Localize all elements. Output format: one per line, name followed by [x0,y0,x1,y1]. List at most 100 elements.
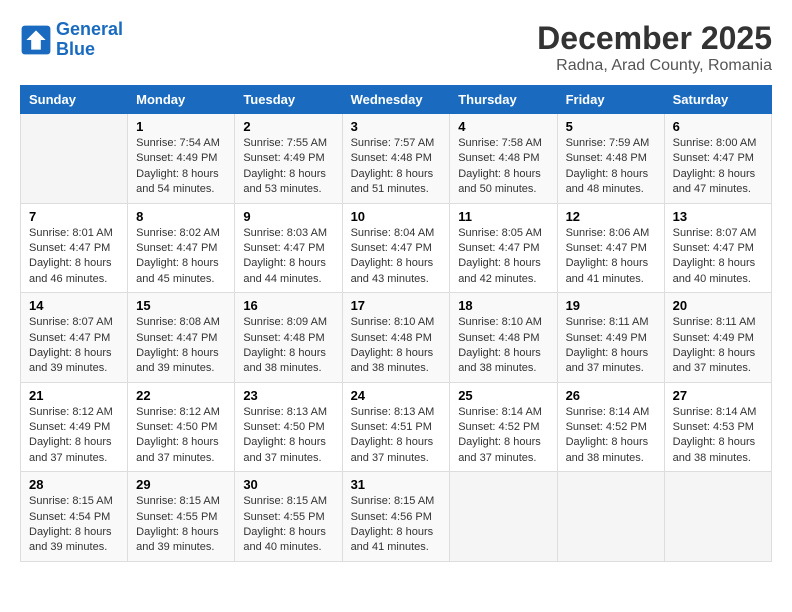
calendar-title: December 2025 [537,20,772,57]
calendar-cell: 29 Sunrise: 8:15 AMSunset: 4:55 PMDayligh… [128,472,235,562]
header-day: Thursday [450,86,557,114]
logo-text: General Blue [56,20,123,60]
calendar-cell: 19 Sunrise: 8:11 AMSunset: 4:49 PMDayligh… [557,293,664,383]
calendar-cell: 20Sunrise: 8:11 AMSunset: 4:49 PMDayligh… [664,293,771,383]
calendar-cell: 17 Sunrise: 8:10 AMSunset: 4:48 PMDayligh… [342,293,450,383]
day-number: 26 [566,388,656,403]
day-info: Sunrise: 8:14 AMSunset: 4:52 PMDaylight:… [458,405,548,467]
day-number: 15 [136,298,226,313]
day-number: 9 [243,209,333,224]
header-day: Tuesday [235,86,342,114]
calendar-cell [557,472,664,562]
day-number: 12 [566,209,656,224]
day-number: 1 [136,119,226,134]
day-number: 8 [136,209,226,224]
day-number: 25 [458,388,548,403]
day-number: 13 [673,209,763,224]
day-info: Sunrise: 8:07 AMSunset: 4:47 PMDaylight:… [29,315,119,377]
day-number: 6 [673,119,763,134]
calendar-cell: 13Sunrise: 8:07 AMSunset: 4:47 PMDayligh… [664,203,771,293]
calendar-cell: 6 Sunrise: 8:00 AMSunset: 4:47 PMDaylight… [664,114,771,204]
calendar-cell: 12 Sunrise: 8:06 AMSunset: 4:47 PMDayligh… [557,203,664,293]
calendar-week-row: 7 Sunrise: 8:01 AMSunset: 4:47 PMDaylight… [21,203,772,293]
day-info: Sunrise: 8:10 AMSunset: 4:48 PMDaylight:… [351,315,442,377]
day-number: 17 [351,298,442,313]
calendar-header: SundayMondayTuesdayWednesdayThursdayFrid… [21,86,772,114]
day-info: Sunrise: 8:05 AMSunset: 4:47 PMDaylight:… [458,226,548,288]
calendar-cell: 3Sunrise: 7:57 AMSunset: 4:48 PMDaylight… [342,114,450,204]
calendar-cell [664,472,771,562]
calendar-week-row: 14Sunrise: 8:07 AMSunset: 4:47 PMDayligh… [21,293,772,383]
calendar-cell: 25 Sunrise: 8:14 AMSunset: 4:52 PMDayligh… [450,382,557,472]
header-day: Saturday [664,86,771,114]
calendar-cell [21,114,128,204]
calendar-cell: 27Sunrise: 8:14 AMSunset: 4:53 PMDayligh… [664,382,771,472]
day-info: Sunrise: 8:01 AMSunset: 4:47 PMDaylight:… [29,226,119,288]
day-number: 7 [29,209,119,224]
calendar-week-row: 1 Sunrise: 7:54 AMSunset: 4:49 PMDaylight… [21,114,772,204]
calendar-cell: 7 Sunrise: 8:01 AMSunset: 4:47 PMDaylight… [21,203,128,293]
day-info: Sunrise: 8:13 AMSunset: 4:51 PMDaylight:… [351,405,442,467]
calendar-cell: 14Sunrise: 8:07 AMSunset: 4:47 PMDayligh… [21,293,128,383]
calendar-cell: 15 Sunrise: 8:08 AMSunset: 4:47 PMDayligh… [128,293,235,383]
calendar-cell: 10Sunrise: 8:04 AMSunset: 4:47 PMDayligh… [342,203,450,293]
page-header: General Blue December 2025 Radna, Arad C… [20,20,772,75]
day-info: Sunrise: 8:03 AMSunset: 4:47 PMDaylight:… [243,226,333,288]
day-number: 31 [351,477,442,492]
header-row: SundayMondayTuesdayWednesdayThursdayFrid… [21,86,772,114]
day-number: 27 [673,388,763,403]
calendar-cell [450,472,557,562]
calendar-cell: 4 Sunrise: 7:58 AMSunset: 4:48 PMDaylight… [450,114,557,204]
calendar-cell: 9 Sunrise: 8:03 AMSunset: 4:47 PMDaylight… [235,203,342,293]
day-number: 10 [351,209,442,224]
day-info: Sunrise: 8:15 AMSunset: 4:56 PMDaylight:… [351,494,442,556]
header-day: Sunday [21,86,128,114]
header-day: Friday [557,86,664,114]
day-number: 24 [351,388,442,403]
day-number: 21 [29,388,119,403]
calendar-week-row: 21 Sunrise: 8:12 AMSunset: 4:49 PMDayligh… [21,382,772,472]
day-number: 20 [673,298,763,313]
day-info: Sunrise: 8:12 AMSunset: 4:49 PMDaylight:… [29,405,119,467]
day-info: Sunrise: 8:08 AMSunset: 4:47 PMDaylight:… [136,315,226,377]
header-day: Wednesday [342,86,450,114]
day-info: Sunrise: 8:15 AMSunset: 4:55 PMDaylight:… [136,494,226,556]
day-number: 28 [29,477,119,492]
calendar-cell: 31 Sunrise: 8:15 AMSunset: 4:56 PMDayligh… [342,472,450,562]
day-info: Sunrise: 8:02 AMSunset: 4:47 PMDaylight:… [136,226,226,288]
day-number: 3 [351,119,442,134]
day-number: 11 [458,209,548,224]
day-info: Sunrise: 7:55 AMSunset: 4:49 PMDaylight:… [243,136,333,198]
calendar-cell: 23Sunrise: 8:13 AMSunset: 4:50 PMDayligh… [235,382,342,472]
day-info: Sunrise: 8:09 AMSunset: 4:48 PMDaylight:… [243,315,333,377]
calendar-cell: 5Sunrise: 7:59 AMSunset: 4:48 PMDaylight… [557,114,664,204]
day-info: Sunrise: 8:15 AMSunset: 4:55 PMDaylight:… [243,494,333,556]
calendar-cell: 21 Sunrise: 8:12 AMSunset: 4:49 PMDayligh… [21,382,128,472]
calendar-cell: 26Sunrise: 8:14 AMSunset: 4:52 PMDayligh… [557,382,664,472]
day-info: Sunrise: 8:13 AMSunset: 4:50 PMDaylight:… [243,405,333,467]
calendar-cell: 2 Sunrise: 7:55 AMSunset: 4:49 PMDaylight… [235,114,342,204]
day-info: Sunrise: 8:10 AMSunset: 4:48 PMDaylight:… [458,315,548,377]
day-number: 19 [566,298,656,313]
day-info: Sunrise: 8:11 AMSunset: 4:49 PMDaylight:… [566,315,656,377]
logo: General Blue [20,20,123,60]
calendar-cell: 16 Sunrise: 8:09 AMSunset: 4:48 PMDayligh… [235,293,342,383]
calendar-cell: 18Sunrise: 8:10 AMSunset: 4:48 PMDayligh… [450,293,557,383]
day-info: Sunrise: 7:54 AMSunset: 4:49 PMDaylight:… [136,136,226,198]
day-number: 30 [243,477,333,492]
day-number: 2 [243,119,333,134]
day-info: Sunrise: 8:00 AMSunset: 4:47 PMDaylight:… [673,136,763,198]
calendar-week-row: 28Sunrise: 8:15 AMSunset: 4:54 PMDayligh… [21,472,772,562]
day-info: Sunrise: 7:59 AMSunset: 4:48 PMDaylight:… [566,136,656,198]
day-number: 4 [458,119,548,134]
day-info: Sunrise: 8:06 AMSunset: 4:47 PMDaylight:… [566,226,656,288]
calendar-cell: 28Sunrise: 8:15 AMSunset: 4:54 PMDayligh… [21,472,128,562]
calendar-body: 1 Sunrise: 7:54 AMSunset: 4:49 PMDaylight… [21,114,772,562]
day-info: Sunrise: 7:58 AMSunset: 4:48 PMDaylight:… [458,136,548,198]
day-number: 29 [136,477,226,492]
day-number: 22 [136,388,226,403]
day-info: Sunrise: 8:12 AMSunset: 4:50 PMDaylight:… [136,405,226,467]
calendar-subtitle: Radna, Arad County, Romania [537,57,772,75]
title-block: December 2025 Radna, Arad County, Romani… [537,20,772,75]
day-number: 16 [243,298,333,313]
